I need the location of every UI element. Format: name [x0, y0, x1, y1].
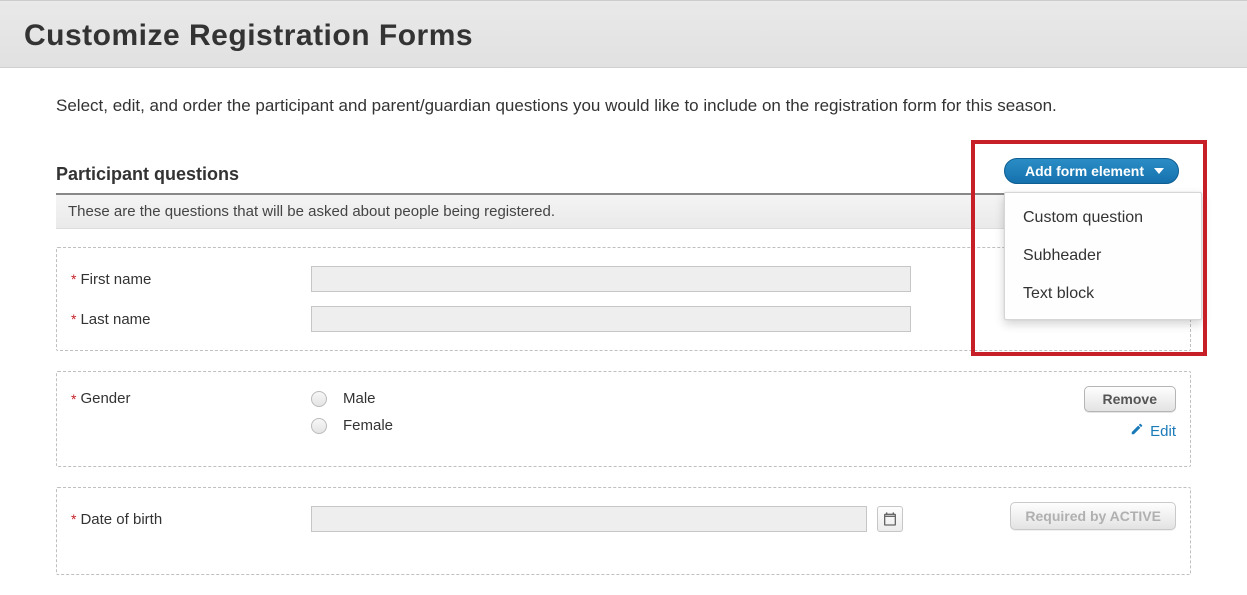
female-label-text: Female	[343, 417, 393, 434]
required-star-icon: *	[71, 271, 76, 287]
page-title: Customize Registration Forms	[24, 19, 1223, 53]
radio-icon	[311, 418, 327, 434]
add-element-dropdown: Custom question Subheader Text block	[1004, 192, 1202, 320]
intro-text: Select, edit, and order the participant …	[56, 96, 1191, 116]
dropdown-item-subheader[interactable]: Subheader	[1005, 237, 1201, 275]
first-name-input[interactable]	[311, 266, 911, 292]
first-name-label: * First name	[71, 271, 311, 288]
pencil-icon	[1130, 422, 1144, 440]
dropdown-item-custom-question[interactable]: Custom question	[1005, 199, 1201, 237]
gender-male-option[interactable]: Male	[311, 390, 393, 407]
calendar-icon	[882, 511, 898, 527]
dob-block-actions: Required by ACTIVE	[1010, 502, 1176, 530]
add-form-element-button[interactable]: Add form element	[1004, 158, 1179, 184]
required-by-active-button: Required by ACTIVE	[1010, 502, 1176, 530]
edit-link[interactable]: Edit	[1130, 422, 1176, 440]
last-name-label: * Last name	[71, 311, 311, 328]
last-name-input[interactable]	[311, 306, 911, 332]
required-star-icon: *	[71, 391, 76, 407]
gender-radio-group: Male Female	[311, 390, 393, 434]
dob-label-text: Date of birth	[80, 511, 162, 528]
content-area: Select, edit, and order the participant …	[0, 68, 1247, 575]
last-name-label-text: Last name	[80, 311, 150, 328]
required-star-icon: *	[71, 511, 76, 527]
first-name-label-text: First name	[80, 271, 151, 288]
gender-block-actions: Remove Edit	[1084, 386, 1176, 440]
question-block-gender: * Gender Male Female Remove Edit	[56, 371, 1191, 467]
gender-row: * Gender Male Female	[71, 390, 1176, 434]
add-button-label: Add form element	[1025, 163, 1144, 179]
required-star-icon: *	[71, 311, 76, 327]
dob-input[interactable]	[311, 506, 867, 532]
question-block-dob: * Date of birth Required by ACTIVE	[56, 487, 1191, 575]
radio-icon	[311, 391, 327, 407]
gender-label: * Gender	[71, 390, 311, 407]
male-label-text: Male	[343, 390, 376, 407]
add-form-element-wrap: Add form element Custom question Subhead…	[1004, 158, 1179, 184]
dob-label: * Date of birth	[71, 511, 311, 528]
chevron-down-icon	[1154, 168, 1164, 174]
remove-button[interactable]: Remove	[1084, 386, 1176, 412]
calendar-button[interactable]	[877, 506, 903, 532]
page-header: Customize Registration Forms	[0, 0, 1247, 68]
dropdown-item-text-block[interactable]: Text block	[1005, 275, 1201, 313]
edit-link-text: Edit	[1150, 423, 1176, 440]
section-title: Participant questions	[56, 164, 239, 185]
gender-female-option[interactable]: Female	[311, 417, 393, 434]
gender-label-text: Gender	[80, 390, 130, 407]
